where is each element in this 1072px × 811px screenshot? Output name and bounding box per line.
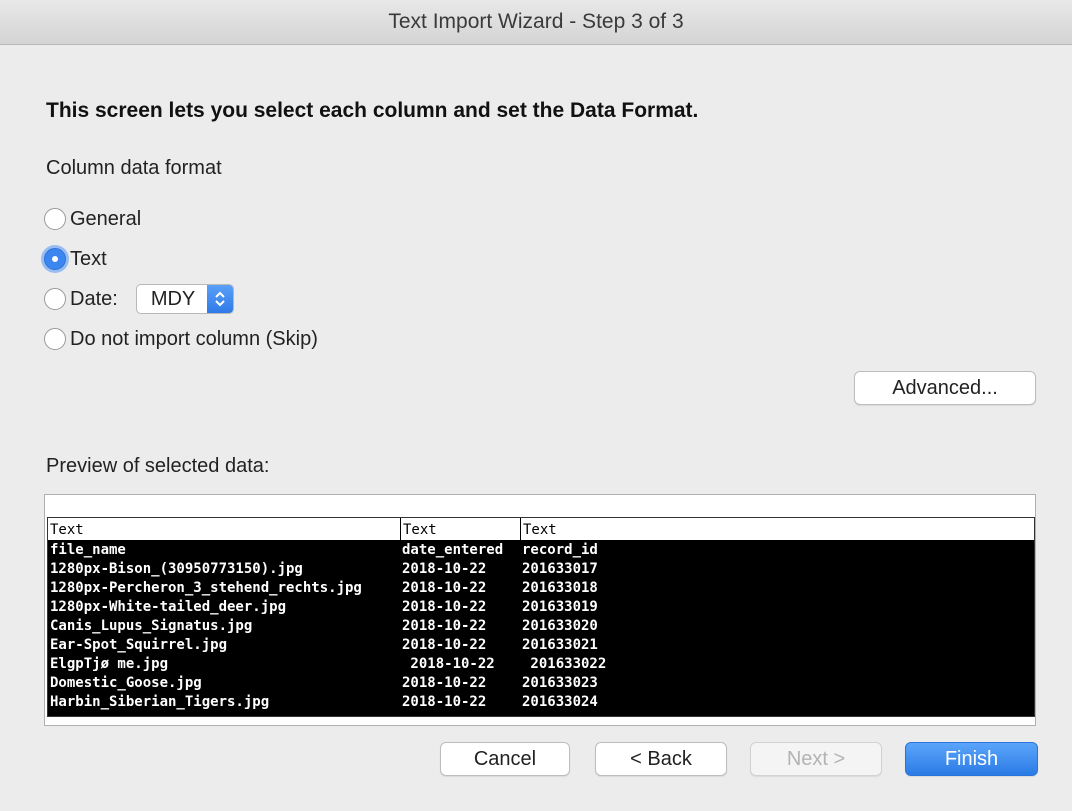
preview-label: Preview of selected data: bbox=[46, 455, 270, 477]
radio-button-date[interactable] bbox=[44, 288, 66, 310]
table-row: Ear-Spot_Squirrel.jpg 2018-10-22 2016330… bbox=[48, 636, 1034, 655]
cell-date-entered: 2018-10-22 bbox=[402, 561, 487, 577]
advanced-button[interactable]: Advanced... bbox=[854, 371, 1036, 405]
cell-file-name: Canis_Lupus_Signatus.jpg bbox=[50, 618, 253, 634]
cell-record-id: 201633023 bbox=[522, 675, 598, 691]
back-button[interactable]: < Back bbox=[595, 742, 727, 776]
radio-general[interactable]: General bbox=[44, 204, 141, 234]
column-type-1[interactable]: Text bbox=[48, 518, 400, 540]
radio-text[interactable]: Text bbox=[44, 244, 107, 274]
cell-record-id: 201633021 bbox=[522, 637, 598, 653]
cell-file-name: Ear-Spot_Squirrel.jpg bbox=[50, 637, 228, 653]
cell-file-name: Domestic_Goose.jpg bbox=[50, 675, 202, 691]
cell-date-entered: 2018-10-22 bbox=[402, 694, 487, 710]
cell-record-id: 201633020 bbox=[522, 618, 598, 634]
cell-record-id: 201633019 bbox=[522, 599, 598, 615]
date-format-value: MDY bbox=[150, 287, 196, 310]
cell-date-entered: 2018-10-22 bbox=[402, 618, 487, 634]
radio-date-label: Date: bbox=[70, 287, 118, 310]
column-type-3[interactable]: Text bbox=[520, 518, 1034, 540]
cell-file-name: ElgpTjø me.jpg bbox=[50, 656, 169, 672]
table-row: Canis_Lupus_Signatus.jpg 2018-10-22 2016… bbox=[48, 617, 1034, 636]
table-row: 1280px-Percheron_3_stehend_rechts.jpg 20… bbox=[48, 579, 1034, 598]
radio-skip[interactable]: Do not import column (Skip) bbox=[44, 324, 318, 354]
radio-date[interactable]: Date: MDY bbox=[44, 284, 235, 314]
column-type-2[interactable]: Text bbox=[400, 518, 520, 540]
cell-file-name: Harbin_Siberian_Tigers.jpg bbox=[50, 694, 270, 710]
radio-skip-label: Do not import column (Skip) bbox=[70, 327, 318, 350]
table-row: Domestic_Goose.jpg 2018-10-22 201633023 bbox=[48, 674, 1034, 693]
cancel-button[interactable]: Cancel bbox=[440, 742, 570, 776]
instruction-text: This screen lets you select each column … bbox=[46, 99, 699, 122]
table-row: file_name date_entered record_id bbox=[48, 541, 1034, 560]
cell-record-id: 201633022 bbox=[522, 656, 607, 672]
cell-date-entered: 2018-10-22 bbox=[402, 675, 487, 691]
cell-file-name: 1280px-Bison_(30950773150).jpg bbox=[50, 561, 303, 577]
radio-button-text[interactable] bbox=[44, 248, 66, 270]
cell-date-entered: 2018-10-22 bbox=[402, 656, 495, 672]
cell-file-name: 1280px-Percheron_3_stehend_rechts.jpg bbox=[50, 580, 362, 596]
cell-record-id: record_id bbox=[522, 542, 598, 558]
cell-date-entered: 2018-10-22 bbox=[402, 599, 487, 615]
date-format-select[interactable]: MDY bbox=[135, 284, 235, 314]
preview-column-types: Text Text Text bbox=[48, 518, 1034, 541]
cell-date-entered: 2018-10-22 bbox=[402, 637, 487, 653]
table-row: ElgpTjø me.jpg 2018-10-22 201633022 bbox=[48, 655, 1034, 674]
cell-file-name: 1280px-White-tailed_deer.jpg bbox=[50, 599, 287, 615]
table-row: Harbin_Siberian_Tigers.jpg 2018-10-22 20… bbox=[48, 693, 1034, 712]
radio-button-general[interactable] bbox=[44, 208, 66, 230]
preview-rows: file_name date_entered record_id 1280px-… bbox=[48, 541, 1034, 712]
title-bar: Text Import Wizard - Step 3 of 3 bbox=[0, 0, 1072, 45]
updown-chevron-icon bbox=[207, 285, 234, 313]
radio-text-label: Text bbox=[70, 247, 107, 270]
radio-button-skip[interactable] bbox=[44, 328, 66, 350]
cell-date-entered: date_entered bbox=[402, 542, 504, 558]
data-preview-grid[interactable]: Text Text Text file_name date_entered re… bbox=[47, 517, 1035, 717]
column-data-format-label: Column data format bbox=[46, 157, 222, 179]
text-import-wizard-dialog: Text Import Wizard - Step 3 of 3 This sc… bbox=[0, 0, 1072, 811]
table-row: 1280px-White-tailed_deer.jpg 2018-10-22 … bbox=[48, 598, 1034, 617]
table-row: 1280px-Bison_(30950773150).jpg 2018-10-2… bbox=[48, 560, 1034, 579]
data-preview-pane[interactable]: Text Text Text file_name date_entered re… bbox=[44, 494, 1036, 726]
radio-general-label: General bbox=[70, 207, 142, 230]
cell-record-id: 201633018 bbox=[522, 580, 598, 596]
window-title: Text Import Wizard - Step 3 of 3 bbox=[388, 10, 684, 33]
cell-record-id: 201633017 bbox=[522, 561, 598, 577]
cell-date-entered: 2018-10-22 bbox=[402, 580, 487, 596]
cell-file-name: file_name bbox=[50, 542, 126, 558]
next-button[interactable]: Next > bbox=[750, 742, 882, 776]
finish-button[interactable]: Finish bbox=[905, 742, 1038, 776]
cell-record-id: 201633024 bbox=[522, 694, 598, 710]
